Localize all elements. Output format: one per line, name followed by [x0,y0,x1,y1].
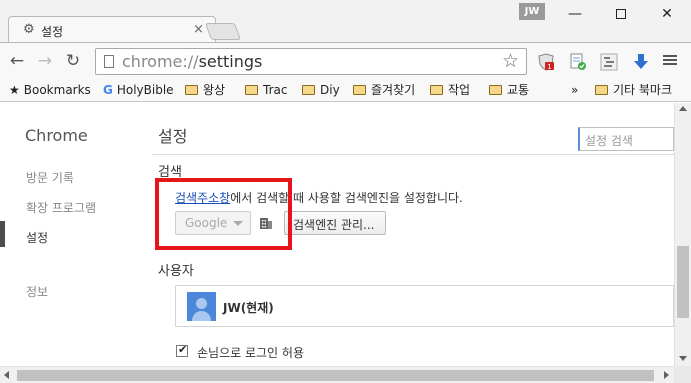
bookmark-folder-transport[interactable]: 교통 [489,82,529,98]
sidebar-brand: Chrome [25,126,88,145]
maximize-icon [616,9,626,19]
folder-icon [430,85,443,95]
bookmark-bookmarks[interactable]: ★ Bookmarks [9,82,91,98]
tab-settings[interactable]: ⚙ 설정 × [8,16,216,44]
folder-icon [302,85,315,95]
sidebar-item-about[interactable]: 정보 [26,283,48,300]
bookmarks-overflow-button[interactable]: » [571,82,578,98]
tab-title: 설정 [41,25,64,39]
folder-icon [245,85,258,95]
forward-button[interactable]: → [34,51,56,71]
users-section-title: 사용자 [158,264,194,279]
reload-button[interactable]: ↻ [62,51,84,71]
avatar-head [196,298,207,309]
guest-login-label: 손님으로 로그인 허용 [197,346,304,360]
bookmark-folder-trac[interactable]: Trac [245,82,287,98]
sidebar-item-history[interactable]: 방문 기록 [26,169,74,186]
scroll-up-icon[interactable] [679,106,687,111]
scroll-left-icon[interactable] [4,371,9,379]
google-icon: G [103,83,113,97]
close-window-button[interactable]: ✕ [644,2,690,26]
url-path: settings [198,52,263,71]
checkmark-icon: ✔ [178,343,188,356]
gear-icon: ⚙ [23,22,35,37]
horizontal-scrollbar[interactable] [0,366,674,383]
header-divider [152,154,674,155]
bookmark-folder-1[interactable]: 왕상 [185,82,225,98]
folder-icon [353,85,366,95]
sidebar-active-marker [0,221,5,247]
download-extension-icon[interactable] [632,53,650,71]
bookmark-other[interactable]: 기타 북마크 [595,82,672,98]
sidebar-item-settings[interactable]: 설정 [26,229,48,246]
tab-close-button[interactable]: × [193,22,204,37]
bookmark-holybible[interactable]: G HolyBible [103,82,174,98]
scroll-right-icon[interactable] [664,371,669,379]
user-list-item[interactable]: JW(현재) [175,285,674,327]
shield-extension-icon[interactable]: 1 [537,53,555,71]
highlight-box [155,178,292,250]
chrome-menu-icon[interactable] [662,53,678,69]
bookmarks-bar: ★ Bookmarks G HolyBible 왕상 Trac Diy 즐겨찾기 작… [0,78,691,102]
avatar [187,292,216,321]
document-extension-icon[interactable] [569,53,587,71]
folder-icon [595,85,608,95]
sidebar-item-extensions[interactable]: 확장 프로그램 [26,199,96,216]
bookmark-folder-favorites[interactable]: 즐겨찾기 [353,82,415,98]
horizontal-scroll-thumb[interactable] [17,370,654,381]
minimize-button[interactable]: — [552,2,598,26]
vertical-scrollbar[interactable] [674,103,691,366]
folder-icon [185,85,198,95]
star-icon: ★ [9,83,20,97]
scroll-down-icon[interactable] [679,356,687,361]
guest-login-checkbox[interactable]: ✔ [176,343,188,357]
url-text[interactable]: chrome://settings [122,52,262,71]
new-tab-button[interactable] [204,23,242,40]
browser-toolbar: ← → ↻ chrome://settings ☆ 1 [0,42,691,78]
vertical-scroll-thumb[interactable] [677,246,689,318]
folder-icon [489,85,502,95]
back-button[interactable]: ← [6,51,28,71]
bookmark-star-icon[interactable]: ☆ [502,50,519,72]
user-name: JW(현재) [223,301,274,315]
svg-text:1: 1 [547,63,551,71]
url-scheme: chrome:// [122,52,199,71]
settings-search-input[interactable]: 설정 검색 [578,127,674,151]
bookmark-folder-work[interactable]: 작업 [430,82,470,98]
address-bar[interactable]: chrome://settings ☆ [95,48,527,75]
profile-badge[interactable]: JW [519,3,545,20]
page-title: 설정 [158,127,188,146]
manage-search-engines-button[interactable]: 검색엔진 관리... [284,211,386,235]
list-extension-icon[interactable] [600,53,618,71]
title-bar: ⚙ 설정 × JW — ✕ [0,0,691,44]
page-icon [104,55,114,68]
maximize-button[interactable] [598,2,644,26]
settings-page: Chrome 방문 기록 확장 프로그램 설정 정보 설정 설정 검색 검색 검… [0,103,674,366]
bookmark-folder-diy[interactable]: Diy [302,82,340,98]
avatar-body [192,311,211,321]
scrollbar-corner [674,366,691,383]
